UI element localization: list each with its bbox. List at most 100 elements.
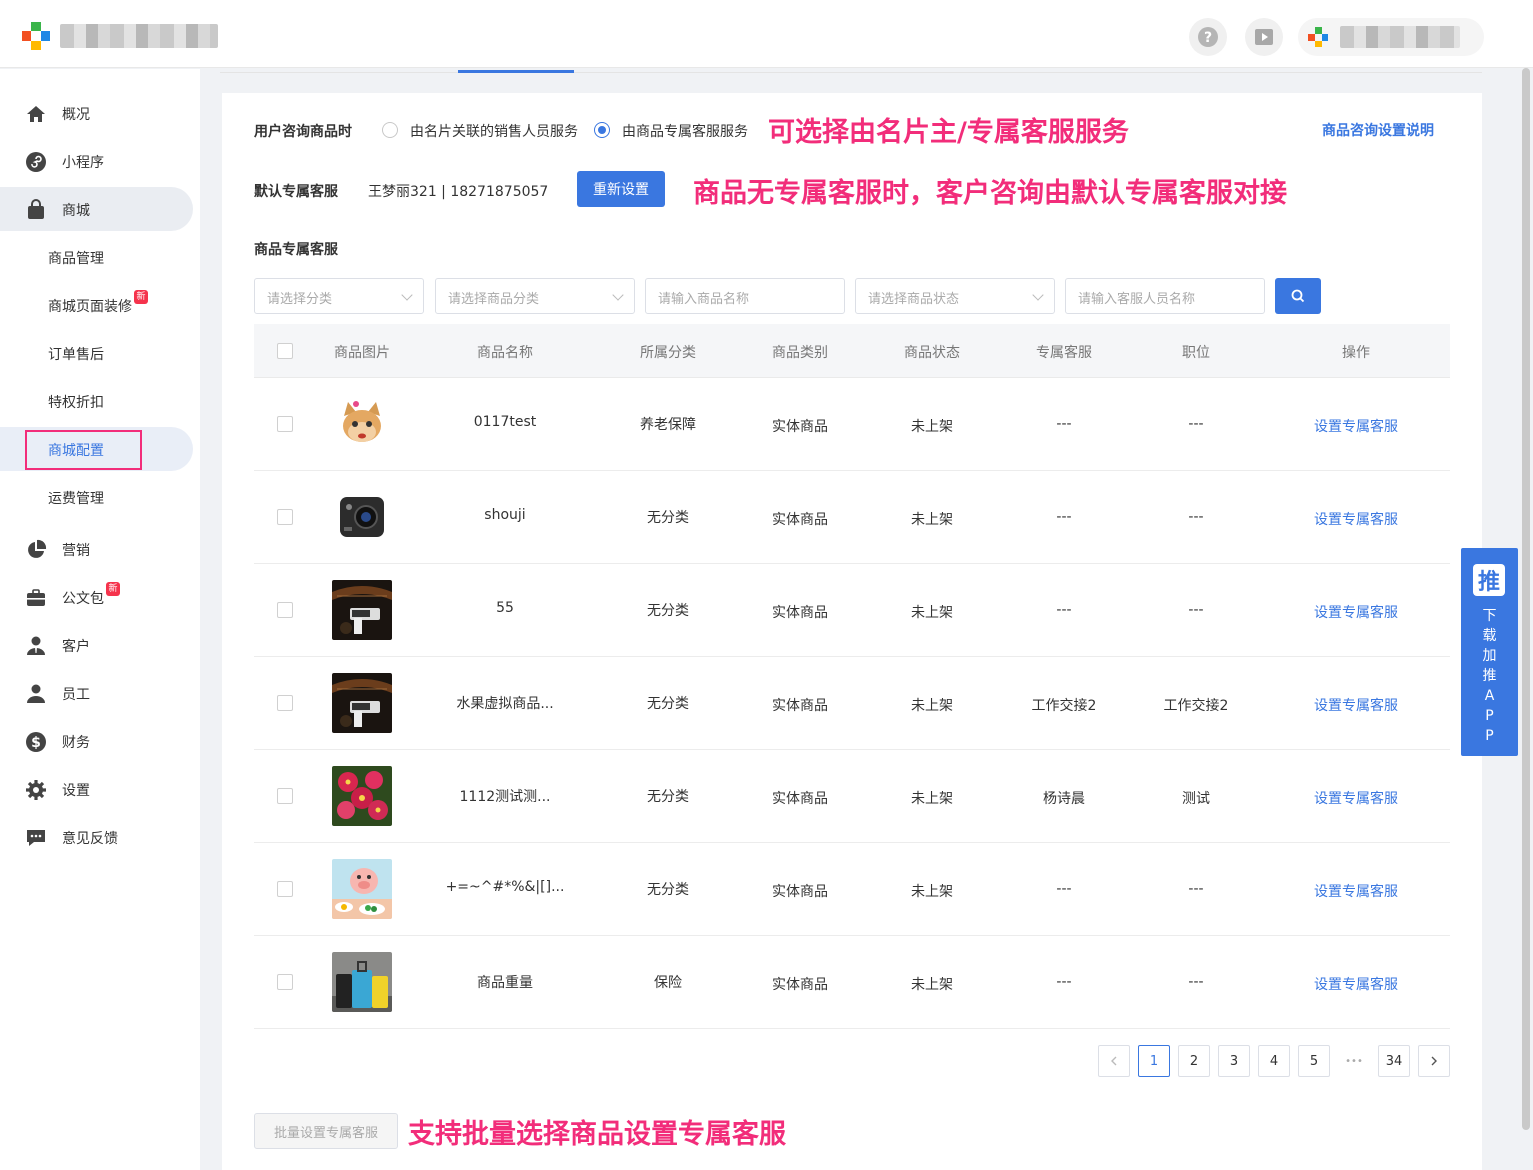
set-staff-link[interactable]: 设置专属客服 [1314,695,1398,715]
set-staff-link[interactable]: 设置专属客服 [1314,602,1398,622]
pager-page-4[interactable]: 4 [1258,1045,1290,1077]
product-category-select[interactable]: 请选择商品分类 [435,278,635,314]
row-checkbox[interactable] [277,695,293,711]
pager-page-5[interactable]: 5 [1298,1045,1330,1077]
set-staff-link[interactable]: 设置专属客服 [1314,509,1398,529]
download-char: 载 [1482,628,1497,644]
chevron-down-icon [401,289,413,301]
pager-page-3[interactable]: 3 [1218,1045,1250,1077]
sidebar-sub-shipping[interactable]: 运费管理 [0,475,193,519]
annotation-service-choice: 可选择由名片主/专属客服服务 [768,117,1129,148]
exclusive-staff: 杨诗晨 [1043,791,1085,807]
sidebar-sub-label: 订单售后 [48,347,104,363]
sidebar-item-customer[interactable]: 客户 [0,623,193,667]
sidebar-item-label: 营销 [62,543,90,559]
pager-ellipsis[interactable]: ••• [1338,1045,1370,1077]
category-select[interactable]: 请选择分类 [254,278,424,314]
row-checkbox[interactable] [277,602,293,618]
row-checkbox[interactable] [277,509,293,525]
top-header: ? [0,0,1533,68]
reset-button[interactable]: 重新设置 [577,171,665,207]
select-all-checkbox[interactable] [277,343,293,359]
col-header: 商品名称 [477,345,533,361]
page-scrollbar[interactable] [1522,68,1530,1130]
sidebar-sub-mall-config[interactable]: 商城配置 [0,427,193,471]
set-staff-link[interactable]: 设置专属客服 [1314,974,1398,994]
radio-exclusive-service-label[interactable]: 由商品专属客服服务 [622,121,748,141]
product-status: 未上架 [911,512,953,528]
annotation-default-staff: 商品无专属客服时，客户咨询由默认专属客服对接 [693,178,1287,209]
product-thumbnail [332,580,392,640]
staff-position: --- [1188,416,1204,432]
product-category: 无分类 [647,789,689,805]
exclusive-staff: --- [1056,416,1072,432]
product-name-input[interactable]: 请输入商品名称 [645,278,845,314]
pager-prev[interactable] [1098,1045,1130,1077]
sidebar-item-feedback[interactable]: 意见反馈 [0,815,193,859]
row-checkbox[interactable] [277,881,293,897]
new-badge: 新 [106,582,120,596]
pager-page-1[interactable]: 1 [1138,1045,1170,1077]
row-checkbox[interactable] [277,788,293,804]
col-header: 专属客服 [1036,345,1092,361]
sidebar-item-mall[interactable]: 商城 [0,187,193,231]
search-button[interactable] [1275,278,1321,314]
product-category: 无分类 [647,696,689,712]
product-status: 未上架 [911,419,953,435]
sidebar-item-label: 小程序 [62,155,104,171]
product-category: 无分类 [647,882,689,898]
sidebar-item-label: 公文包新 [62,582,120,608]
product-status-select[interactable]: 请选择商品状态 [855,278,1055,314]
table-row: 0117test 养老保障 实体商品 未上架 --- --- 设置专属客服 [254,378,1450,471]
row-checkbox[interactable] [277,974,293,990]
pie-chart-icon [28,539,47,558]
sidebar-item-marketing[interactable]: 营销 [0,527,193,571]
product-type: 实体商品 [772,698,828,714]
video-tutorial-button[interactable] [1245,18,1283,56]
product-thumbnail [332,673,392,733]
user-menu[interactable] [1298,18,1484,56]
set-staff-link[interactable]: 设置专属客服 [1314,788,1398,808]
sidebar-sub-privilege-discount[interactable]: 特权折扣 [0,379,193,423]
brand-logo-icon [22,22,50,50]
staff-name-input[interactable]: 请输入客服人员名称 [1065,278,1265,314]
radio-sales-service-label[interactable]: 由名片关联的销售人员服务 [410,121,578,141]
sidebar-item-briefcase[interactable]: 公文包新 [0,575,193,619]
product-category: 无分类 [647,603,689,619]
product-status: 未上架 [911,884,953,900]
user-avatar [1308,27,1328,47]
pager-next[interactable] [1418,1045,1450,1077]
product-thumbnail [332,487,392,547]
sidebar-item-settings[interactable]: 设置 [0,767,193,811]
customer-icon [27,636,45,655]
download-app-float[interactable]: 推 下 载 加 推 A P P [1461,548,1518,756]
sidebar-item-overview[interactable]: 概况 [0,91,193,135]
radio-exclusive-service[interactable] [594,122,610,138]
sidebar-sub-product-management[interactable]: 商品管理 [0,235,193,279]
highlight-box [25,430,142,470]
set-staff-link[interactable]: 设置专属客服 [1314,881,1398,901]
product-name: +=~^#*%&|[]... [445,879,565,895]
svg-text:?: ? [1204,30,1212,46]
batch-set-staff-button[interactable]: 批量设置专属客服 [254,1113,398,1149]
new-badge: 新 [134,290,148,304]
pager-page-2[interactable]: 2 [1178,1045,1210,1077]
product-thumbnail [332,394,392,454]
set-staff-link[interactable]: 设置专属客服 [1314,416,1398,436]
sidebar-sub-page-decoration[interactable]: 商城页面装修新 [0,283,193,327]
product-name: 55 [496,600,514,616]
table-row: 1112测试测... 无分类 实体商品 未上架 杨诗晨 测试 设置专属客服 [254,750,1450,843]
row-checkbox[interactable] [277,416,293,432]
product-type: 实体商品 [772,791,828,807]
sidebar-item-finance[interactable]: $ 财务 [0,719,193,763]
consult-help-link[interactable]: 商品咨询设置说明 [1322,120,1434,140]
sidebar-item-mini-program[interactable]: 小程序 [0,139,193,183]
staff-position: 工作交接2 [1163,698,1229,714]
staff-icon [27,684,45,703]
pager-page-last[interactable]: 34 [1378,1045,1410,1077]
help-button[interactable]: ? [1189,18,1227,56]
product-type: 实体商品 [772,884,828,900]
sidebar-sub-orders[interactable]: 订单售后 [0,331,193,375]
radio-sales-service[interactable] [382,122,398,138]
sidebar-item-staff[interactable]: 员工 [0,671,193,715]
